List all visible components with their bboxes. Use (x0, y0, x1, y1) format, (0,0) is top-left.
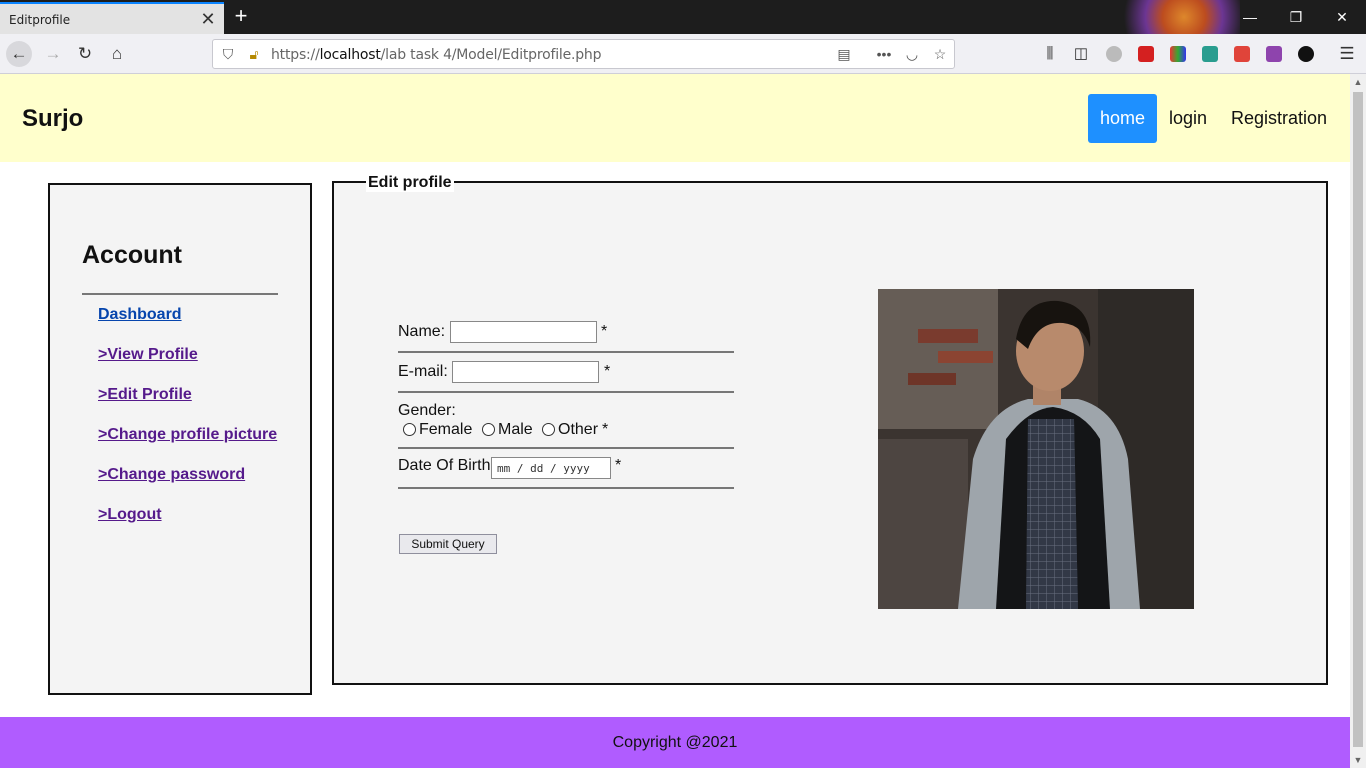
web-page: Surjo home login Registration Account Da… (0, 74, 1350, 768)
extension-color-icon[interactable] (1170, 46, 1186, 62)
reader-view-icon[interactable]: ▤ (835, 45, 853, 63)
forward-icon[interactable]: → (40, 41, 66, 67)
name-input[interactable] (450, 321, 597, 343)
gender-male-radio[interactable] (482, 423, 495, 436)
nav-home-link[interactable]: home (1088, 94, 1158, 143)
nav-registration-link[interactable]: Registration (1219, 94, 1339, 143)
gender-required-mark: * (602, 421, 609, 438)
extension-s-icon[interactable] (1202, 46, 1218, 62)
library-icon[interactable]: ⫼ (1037, 41, 1063, 67)
site-header: Surjo home login Registration (0, 74, 1350, 162)
name-label: Name: (398, 323, 446, 340)
dob-label: Date Of Birth (398, 457, 491, 474)
site-brand: Surjo (22, 105, 84, 132)
tab-title: Editprofile (9, 13, 71, 27)
bookmark-star-icon[interactable]: ☆ (931, 45, 949, 63)
dob-date-input[interactable]: mm / dd / yyyy (491, 457, 611, 479)
url-path: /lab task 4/Model/Editprofile.php (380, 47, 602, 63)
edit-profile-fieldset: Edit profile Name: * E-mail: * Gender: F… (332, 174, 1328, 685)
scroll-thumb[interactable] (1353, 92, 1363, 747)
lock-warning-icon[interactable]: 🔓︎ (245, 45, 263, 63)
site-footer: Copyright @2021 (0, 717, 1350, 768)
sidebar-link-view-profile[interactable]: >View Profile (98, 346, 198, 364)
browser-tab-bar: Editprofile ✕ + — ❐ ✕ (0, 0, 1366, 34)
account-sidebar: Account Dashboard >View Profile >Edit Pr… (48, 183, 312, 695)
submit-query-button[interactable]: Submit Query (399, 534, 497, 554)
browser-toolbar: ← → ↻ ⌂ ⛉ 🔓︎ https://localhost/lab task … (0, 34, 1366, 74)
minimize-icon[interactable]: — (1238, 6, 1262, 28)
gender-other-label: Other (558, 421, 599, 438)
name-required-mark: * (601, 323, 608, 340)
gender-male-label: Male (498, 421, 533, 438)
sidebar-toggle-icon[interactable]: ◫ (1068, 41, 1094, 67)
sidebar-link-dashboard[interactable]: Dashboard (98, 306, 182, 324)
gender-female-radio[interactable] (403, 423, 416, 436)
sidebar-link-logout[interactable]: >Logout (98, 506, 162, 524)
profile-picture (878, 289, 1194, 609)
extension-red-icon[interactable] (1138, 46, 1154, 62)
pocket-icon[interactable]: ◡ (903, 45, 921, 63)
menu-icon[interactable]: ☰ (1334, 41, 1360, 67)
back-icon[interactable]: ← (6, 41, 32, 67)
url-bar[interactable]: ⛉ 🔓︎ https://localhost/lab task 4/Model/… (212, 39, 955, 69)
url-host: localhost (319, 47, 381, 63)
sidebar-title: Account (82, 241, 182, 269)
footer-copyright: Copyright @2021 (612, 734, 738, 751)
sidebar-link-edit-profile[interactable]: >Edit Profile (98, 386, 192, 404)
fieldset-legend: Edit profile (366, 174, 454, 192)
form-divider (398, 351, 734, 353)
sidebar-divider (82, 293, 278, 295)
scroll-up-icon[interactable]: ▲ (1350, 74, 1366, 90)
url-prefix: https:// (271, 47, 320, 63)
form-divider (398, 447, 734, 449)
email-label: E-mail: (398, 363, 448, 380)
firefox-theme-art (1100, 0, 1240, 34)
extension-camera-icon[interactable] (1234, 46, 1250, 62)
sidebar-link-change-password[interactable]: >Change password (98, 466, 245, 484)
page-actions-icon[interactable]: ••• (875, 45, 893, 63)
close-window-icon[interactable]: ✕ (1330, 6, 1354, 28)
page-scrollbar[interactable]: ▲ ▼ (1350, 74, 1366, 768)
sidebar-link-change-picture[interactable]: >Change profile picture (98, 426, 277, 444)
scroll-down-icon[interactable]: ▼ (1350, 752, 1366, 768)
browser-tab[interactable]: Editprofile ✕ (0, 2, 224, 34)
extension-dark-icon[interactable] (1298, 46, 1314, 62)
gender-label: Gender: (398, 402, 456, 419)
url-text[interactable]: https://localhost/lab task 4/Model/Editp… (271, 47, 601, 63)
dob-required-mark: * (615, 457, 622, 474)
account-icon[interactable] (1106, 46, 1122, 62)
shield-icon[interactable]: ⛉ (219, 45, 237, 63)
email-required-mark: * (604, 363, 611, 380)
form-divider (398, 391, 734, 393)
close-tab-icon[interactable]: ✕ (198, 8, 218, 30)
extension-purple-icon[interactable] (1266, 46, 1282, 62)
reload-icon[interactable]: ↻ (72, 41, 98, 67)
home-icon[interactable]: ⌂ (104, 41, 130, 67)
restore-icon[interactable]: ❐ (1284, 6, 1308, 28)
form-divider (398, 487, 734, 489)
new-tab-icon[interactable]: + (230, 4, 252, 28)
nav-login-link[interactable]: login (1157, 94, 1219, 143)
email-input[interactable] (452, 361, 599, 383)
gender-other-radio[interactable] (542, 423, 555, 436)
profile-picture-art (878, 289, 1194, 609)
gender-female-label: Female (419, 421, 473, 438)
